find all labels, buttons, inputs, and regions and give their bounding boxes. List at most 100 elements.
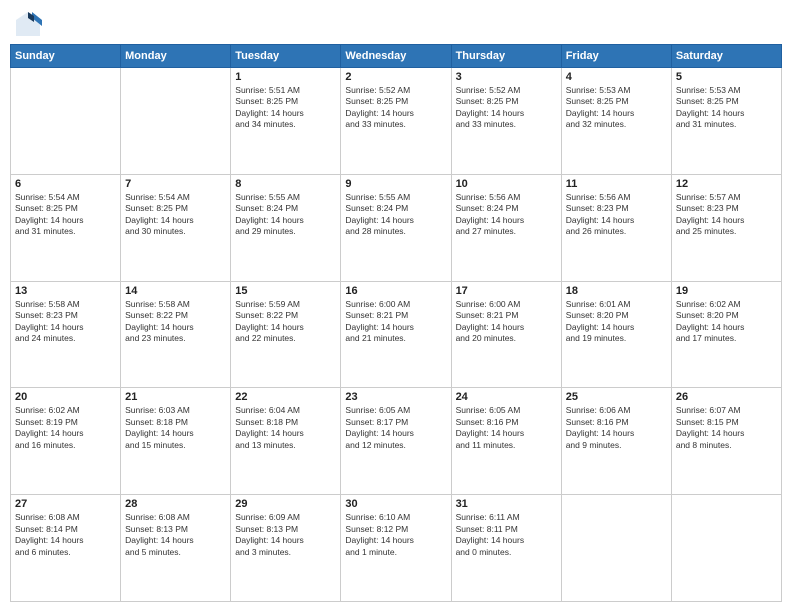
day-info: Sunrise: 6:08 AMSunset: 8:14 PMDaylight:… xyxy=(15,512,116,558)
day-info: Sunrise: 5:52 AMSunset: 8:25 PMDaylight:… xyxy=(456,85,557,131)
day-info: Sunrise: 6:00 AMSunset: 8:21 PMDaylight:… xyxy=(345,299,446,345)
calendar-cell: 13Sunrise: 5:58 AMSunset: 8:23 PMDayligh… xyxy=(11,281,121,388)
day-info: Sunrise: 5:58 AMSunset: 8:23 PMDaylight:… xyxy=(15,299,116,345)
day-number: 29 xyxy=(235,498,336,510)
day-info: Sunrise: 5:58 AMSunset: 8:22 PMDaylight:… xyxy=(125,299,226,345)
calendar-cell xyxy=(671,495,781,602)
calendar-cell: 7 Sunrise: 5:54 AMSunset: 8:25 PMDaylight… xyxy=(121,174,231,281)
day-number: 6 xyxy=(15,178,116,190)
day-info: Sunrise: 6:09 AMSunset: 8:13 PMDaylight:… xyxy=(235,512,336,558)
calendar-cell: 6 Sunrise: 5:54 AMSunset: 8:25 PMDaylight… xyxy=(11,174,121,281)
calendar-cell: 29 Sunrise: 6:09 AMSunset: 8:13 PMDayligh… xyxy=(231,495,341,602)
day-number: 18 xyxy=(566,285,667,297)
calendar-cell: 25 Sunrise: 6:06 AMSunset: 8:16 PMDayligh… xyxy=(561,388,671,495)
day-info: Sunrise: 6:00 AMSunset: 8:21 PMDaylight:… xyxy=(456,299,557,345)
day-info: Sunrise: 6:10 AMSunset: 8:12 PMDaylight:… xyxy=(345,512,446,558)
header xyxy=(10,10,782,38)
calendar-cell xyxy=(11,68,121,175)
calendar-cell: 19 Sunrise: 6:02 AMSunset: 8:20 PMDayligh… xyxy=(671,281,781,388)
day-info: Sunrise: 5:59 AMSunset: 8:22 PMDaylight:… xyxy=(235,299,336,345)
day-number: 9 xyxy=(345,178,446,190)
calendar-cell: 18 Sunrise: 6:01 AMSunset: 8:20 PMDayligh… xyxy=(561,281,671,388)
day-number: 10 xyxy=(456,178,557,190)
calendar-week-2: 6 Sunrise: 5:54 AMSunset: 8:25 PMDaylight… xyxy=(11,174,782,281)
day-info: Sunrise: 6:07 AMSunset: 8:15 PMDaylight:… xyxy=(676,405,777,451)
calendar-cell: 28 Sunrise: 6:08 AMSunset: 8:13 PMDayligh… xyxy=(121,495,231,602)
day-number: 30 xyxy=(345,498,446,510)
day-number: 12 xyxy=(676,178,777,190)
calendar-cell: 3 Sunrise: 5:52 AMSunset: 8:25 PMDaylight… xyxy=(451,68,561,175)
day-info: Sunrise: 6:06 AMSunset: 8:16 PMDaylight:… xyxy=(566,405,667,451)
day-info: Sunrise: 5:56 AMSunset: 8:23 PMDaylight:… xyxy=(566,192,667,238)
day-info: Sunrise: 5:54 AMSunset: 8:25 PMDaylight:… xyxy=(125,192,226,238)
day-number: 27 xyxy=(15,498,116,510)
day-number: 19 xyxy=(676,285,777,297)
day-info: Sunrise: 5:57 AMSunset: 8:23 PMDaylight:… xyxy=(676,192,777,238)
calendar-cell: 11 Sunrise: 5:56 AMSunset: 8:23 PMDayligh… xyxy=(561,174,671,281)
day-number: 17 xyxy=(456,285,557,297)
day-number: 22 xyxy=(235,391,336,403)
calendar-cell: 27 Sunrise: 6:08 AMSunset: 8:14 PMDayligh… xyxy=(11,495,121,602)
day-info: Sunrise: 6:05 AMSunset: 8:16 PMDaylight:… xyxy=(456,405,557,451)
calendar-cell xyxy=(561,495,671,602)
calendar-cell: 15 Sunrise: 5:59 AMSunset: 8:22 PMDayligh… xyxy=(231,281,341,388)
calendar-cell xyxy=(121,68,231,175)
calendar-cell: 31Sunrise: 6:11 AMSunset: 8:11 PMDayligh… xyxy=(451,495,561,602)
calendar-cell: 22 Sunrise: 6:04 AMSunset: 8:18 PMDayligh… xyxy=(231,388,341,495)
day-number: 25 xyxy=(566,391,667,403)
day-number: 24 xyxy=(456,391,557,403)
day-info: Sunrise: 5:52 AMSunset: 8:25 PMDaylight:… xyxy=(345,85,446,131)
day-info: Sunrise: 5:55 AMSunset: 8:24 PMDaylight:… xyxy=(235,192,336,238)
day-number: 28 xyxy=(125,498,226,510)
day-number: 21 xyxy=(125,391,226,403)
calendar-cell: 8 Sunrise: 5:55 AMSunset: 8:24 PMDaylight… xyxy=(231,174,341,281)
weekday-header-tuesday: Tuesday xyxy=(231,45,341,68)
logo xyxy=(14,10,46,38)
day-number: 11 xyxy=(566,178,667,190)
day-info: Sunrise: 6:08 AMSunset: 8:13 PMDaylight:… xyxy=(125,512,226,558)
calendar-cell: 23Sunrise: 6:05 AMSunset: 8:17 PMDayligh… xyxy=(341,388,451,495)
calendar-cell: 21Sunrise: 6:03 AMSunset: 8:18 PMDayligh… xyxy=(121,388,231,495)
day-number: 16 xyxy=(345,285,446,297)
weekday-header-saturday: Saturday xyxy=(671,45,781,68)
calendar-cell: 2 Sunrise: 5:52 AMSunset: 8:25 PMDaylight… xyxy=(341,68,451,175)
day-info: Sunrise: 6:02 AMSunset: 8:20 PMDaylight:… xyxy=(676,299,777,345)
day-number: 7 xyxy=(125,178,226,190)
day-info: Sunrise: 6:01 AMSunset: 8:20 PMDaylight:… xyxy=(566,299,667,345)
day-number: 14 xyxy=(125,285,226,297)
calendar-cell: 5 Sunrise: 5:53 AMSunset: 8:25 PMDaylight… xyxy=(671,68,781,175)
day-number: 2 xyxy=(345,71,446,83)
calendar-week-1: 1 Sunrise: 5:51 AMSunset: 8:25 PMDaylight… xyxy=(11,68,782,175)
day-number: 20 xyxy=(15,391,116,403)
calendar-table: SundayMondayTuesdayWednesdayThursdayFrid… xyxy=(10,44,782,602)
logo-icon xyxy=(14,10,42,38)
day-info: Sunrise: 6:04 AMSunset: 8:18 PMDaylight:… xyxy=(235,405,336,451)
calendar-cell: 30 Sunrise: 6:10 AMSunset: 8:12 PMDayligh… xyxy=(341,495,451,602)
calendar-cell: 4Sunrise: 5:53 AMSunset: 8:25 PMDaylight… xyxy=(561,68,671,175)
day-info: Sunrise: 6:05 AMSunset: 8:17 PMDaylight:… xyxy=(345,405,446,451)
calendar-header-row: SundayMondayTuesdayWednesdayThursdayFrid… xyxy=(11,45,782,68)
calendar-cell: 10 Sunrise: 5:56 AMSunset: 8:24 PMDayligh… xyxy=(451,174,561,281)
day-number: 1 xyxy=(235,71,336,83)
day-number: 26 xyxy=(676,391,777,403)
calendar-cell: 26 Sunrise: 6:07 AMSunset: 8:15 PMDayligh… xyxy=(671,388,781,495)
day-number: 15 xyxy=(235,285,336,297)
page: SundayMondayTuesdayWednesdayThursdayFrid… xyxy=(0,0,792,612)
calendar-week-5: 27 Sunrise: 6:08 AMSunset: 8:14 PMDayligh… xyxy=(11,495,782,602)
day-info: Sunrise: 5:51 AMSunset: 8:25 PMDaylight:… xyxy=(235,85,336,131)
weekday-header-sunday: Sunday xyxy=(11,45,121,68)
calendar-cell: 20Sunrise: 6:02 AMSunset: 8:19 PMDayligh… xyxy=(11,388,121,495)
day-number: 3 xyxy=(456,71,557,83)
day-info: Sunrise: 6:11 AMSunset: 8:11 PMDaylight:… xyxy=(456,512,557,558)
day-info: Sunrise: 5:56 AMSunset: 8:24 PMDaylight:… xyxy=(456,192,557,238)
day-info: Sunrise: 5:54 AMSunset: 8:25 PMDaylight:… xyxy=(15,192,116,238)
day-info: Sunrise: 5:53 AMSunset: 8:25 PMDaylight:… xyxy=(676,85,777,131)
day-number: 5 xyxy=(676,71,777,83)
calendar-cell: 16 Sunrise: 6:00 AMSunset: 8:21 PMDayligh… xyxy=(341,281,451,388)
calendar-week-4: 20Sunrise: 6:02 AMSunset: 8:19 PMDayligh… xyxy=(11,388,782,495)
weekday-header-friday: Friday xyxy=(561,45,671,68)
calendar-week-3: 13Sunrise: 5:58 AMSunset: 8:23 PMDayligh… xyxy=(11,281,782,388)
calendar-cell: 12 Sunrise: 5:57 AMSunset: 8:23 PMDayligh… xyxy=(671,174,781,281)
calendar-cell: 14 Sunrise: 5:58 AMSunset: 8:22 PMDayligh… xyxy=(121,281,231,388)
day-number: 8 xyxy=(235,178,336,190)
